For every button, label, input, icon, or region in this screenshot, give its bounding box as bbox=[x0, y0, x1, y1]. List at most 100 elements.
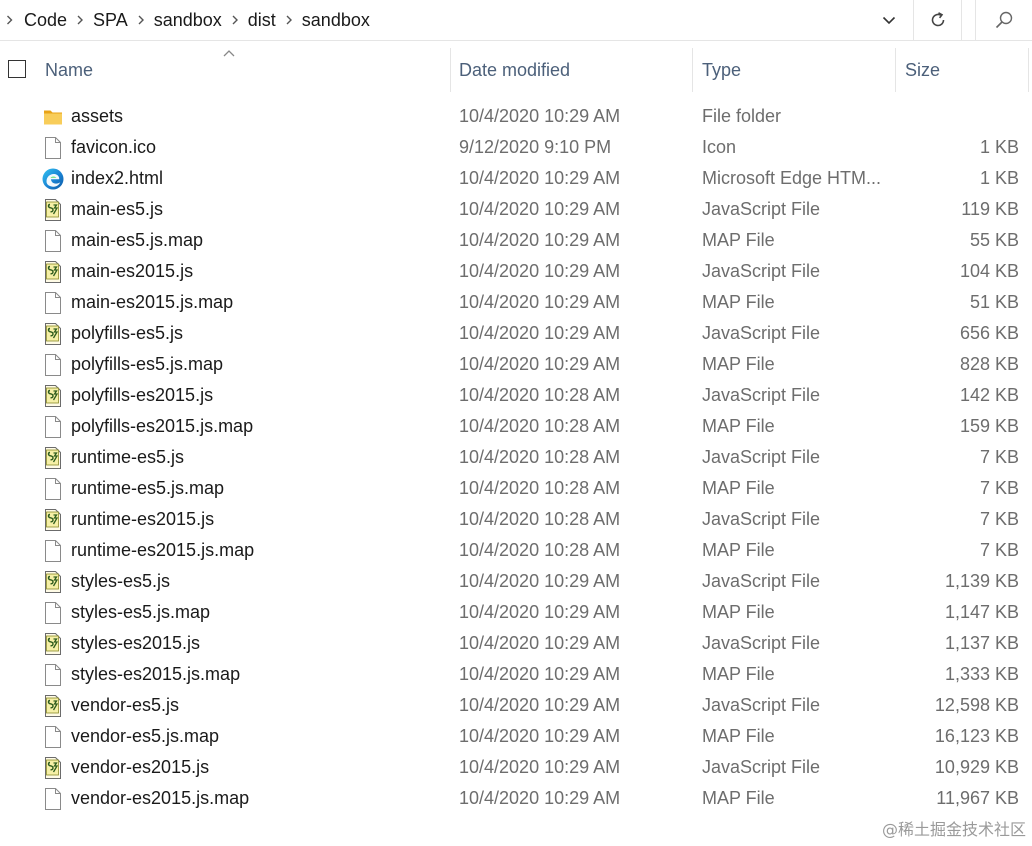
file-date-modified: 10/4/2020 10:29 AM bbox=[459, 199, 621, 219]
select-all-checkbox[interactable] bbox=[8, 60, 26, 78]
file-date-modified: 10/4/2020 10:28 AM bbox=[459, 385, 621, 405]
file-row[interactable]: styles-es5.js.map 10/4/2020 10:29 AM MAP F… bbox=[0, 597, 1032, 628]
file-row[interactable]: vendor-es2015.js 10/4/2020 10:29 AM JavaSc… bbox=[0, 752, 1032, 783]
folder-icon bbox=[42, 105, 64, 129]
column-header-name[interactable]: Name bbox=[37, 48, 450, 92]
chevron-right-icon[interactable] bbox=[130, 0, 152, 40]
file-date-modified: 10/4/2020 10:29 AM bbox=[459, 664, 621, 684]
javascript-file-icon bbox=[42, 756, 64, 780]
chevron-right-icon[interactable] bbox=[278, 0, 300, 40]
file-name[interactable]: vendor-es2015.js.map bbox=[71, 783, 249, 814]
file-row[interactable]: vendor-es5.js 10/4/2020 10:29 AM JavaScrip… bbox=[0, 690, 1032, 721]
column-divider[interactable] bbox=[1028, 48, 1029, 92]
file-date-modified: 10/4/2020 10:29 AM bbox=[459, 230, 621, 250]
file-date-modified: 10/4/2020 10:29 AM bbox=[459, 757, 621, 777]
file-name[interactable]: favicon.ico bbox=[71, 132, 156, 163]
column-header-date-modified[interactable]: Date modified bbox=[451, 48, 692, 92]
breadcrumb-item-spa[interactable]: SPA bbox=[91, 10, 130, 31]
chevron-right-icon[interactable] bbox=[0, 0, 22, 40]
file-name[interactable]: main-es2015.js bbox=[71, 256, 193, 287]
file-row[interactable]: main-es5.js.map 10/4/2020 10:29 AM MAP Fil… bbox=[0, 225, 1032, 256]
javascript-file-icon bbox=[42, 198, 64, 222]
chevron-right-icon[interactable] bbox=[224, 0, 246, 40]
file-date-modified: 10/4/2020 10:29 AM bbox=[459, 633, 621, 653]
file-row[interactable]: runtime-es5.js.map 10/4/2020 10:28 AM MAP … bbox=[0, 473, 1032, 504]
file-date-modified: 10/4/2020 10:29 AM bbox=[459, 602, 621, 622]
file-name[interactable]: vendor-es5.js bbox=[71, 690, 179, 721]
file-date-modified: 10/4/2020 10:29 AM bbox=[459, 168, 621, 188]
file-row[interactable]: vendor-es2015.js.map 10/4/2020 10:29 AM MA… bbox=[0, 783, 1032, 814]
column-divider[interactable] bbox=[692, 48, 693, 92]
file-list: assets 10/4/2020 10:29 AM File folder favic… bbox=[0, 101, 1032, 814]
file-type: JavaScript File bbox=[702, 695, 821, 715]
breadcrumb-item-sandbox-current[interactable]: sandbox bbox=[300, 10, 372, 31]
file-name[interactable]: assets bbox=[71, 101, 123, 132]
file-name[interactable]: index2.html bbox=[71, 163, 163, 194]
file-type: JavaScript File bbox=[702, 571, 821, 591]
file-size: 7 KB bbox=[979, 540, 1019, 560]
file-row[interactable]: runtime-es2015.js 10/4/2020 10:28 AM JavaS… bbox=[0, 504, 1032, 535]
javascript-file-icon bbox=[42, 260, 64, 284]
search-box[interactable] bbox=[975, 0, 1032, 40]
file-name[interactable]: polyfills-es5.js bbox=[71, 318, 183, 349]
file-name[interactable]: vendor-es5.js.map bbox=[71, 721, 219, 752]
file-name[interactable]: styles-es2015.js bbox=[71, 628, 200, 659]
file-row[interactable]: polyfills-es2015.js 10/4/2020 10:28 AM Jav… bbox=[0, 380, 1032, 411]
file-row[interactable]: index2.html 10/4/2020 10:29 AM Microsoft E… bbox=[0, 163, 1032, 194]
file-row[interactable]: styles-es2015.js 10/4/2020 10:29 AM JavaSc… bbox=[0, 628, 1032, 659]
file-name[interactable]: polyfills-es2015.js.map bbox=[71, 411, 253, 442]
file-type: JavaScript File bbox=[702, 385, 821, 405]
file-name[interactable]: main-es2015.js.map bbox=[71, 287, 233, 318]
file-size: 104 KB bbox=[959, 261, 1019, 281]
file-name[interactable]: vendor-es2015.js bbox=[71, 752, 209, 783]
breadcrumb-item-code[interactable]: Code bbox=[22, 10, 69, 31]
file-size: 55 KB bbox=[969, 230, 1019, 250]
file-row[interactable]: main-es5.js 10/4/2020 10:29 AM JavaScript … bbox=[0, 194, 1032, 225]
file-row[interactable]: styles-es2015.js.map 10/4/2020 10:29 AM MA… bbox=[0, 659, 1032, 690]
file-name[interactable]: styles-es5.js bbox=[71, 566, 170, 597]
breadcrumb-item-dist[interactable]: dist bbox=[246, 10, 278, 31]
file-name[interactable]: runtime-es2015.js bbox=[71, 504, 214, 535]
file-icon bbox=[42, 291, 64, 315]
file-row[interactable]: polyfills-es5.js.map 10/4/2020 10:29 AM MA… bbox=[0, 349, 1032, 380]
file-row[interactable]: runtime-es5.js 10/4/2020 10:28 AM JavaScri… bbox=[0, 442, 1032, 473]
file-name[interactable]: styles-es2015.js.map bbox=[71, 659, 240, 690]
column-header-size[interactable]: Size bbox=[897, 48, 1028, 92]
file-size: 7 KB bbox=[979, 509, 1019, 529]
file-row[interactable]: polyfills-es5.js 10/4/2020 10:29 AM JavaSc… bbox=[0, 318, 1032, 349]
breadcrumb-item-sandbox[interactable]: sandbox bbox=[152, 10, 224, 31]
file-name[interactable]: polyfills-es2015.js bbox=[71, 380, 213, 411]
file-name[interactable]: runtime-es5.js bbox=[71, 442, 184, 473]
file-size: 10,929 KB bbox=[934, 757, 1019, 777]
file-date-modified: 9/12/2020 9:10 PM bbox=[459, 137, 612, 157]
file-row[interactable]: favicon.ico 9/12/2020 9:10 PM Icon 1 KB bbox=[0, 132, 1032, 163]
chevron-right-icon[interactable] bbox=[69, 0, 91, 40]
address-history-dropdown[interactable] bbox=[866, 0, 912, 40]
file-type: JavaScript File bbox=[702, 509, 821, 529]
file-size: 1,333 KB bbox=[944, 664, 1019, 684]
file-name[interactable]: styles-es5.js.map bbox=[71, 597, 210, 628]
file-name[interactable]: runtime-es2015.js.map bbox=[71, 535, 254, 566]
column-divider[interactable] bbox=[895, 48, 896, 92]
file-size: 656 KB bbox=[959, 323, 1019, 343]
file-name[interactable]: main-es5.js bbox=[71, 194, 163, 225]
javascript-file-icon bbox=[42, 632, 64, 656]
javascript-file-icon bbox=[42, 384, 64, 408]
column-header-type[interactable]: Type bbox=[694, 48, 894, 92]
refresh-button[interactable] bbox=[913, 0, 962, 40]
file-row[interactable]: assets 10/4/2020 10:29 AM File folder bbox=[0, 101, 1032, 132]
file-row[interactable]: main-es2015.js 10/4/2020 10:29 AM JavaScri… bbox=[0, 256, 1032, 287]
file-size: 142 KB bbox=[959, 385, 1019, 405]
file-row[interactable]: runtime-es2015.js.map 10/4/2020 10:28 AM M… bbox=[0, 535, 1032, 566]
file-row[interactable]: polyfills-es2015.js.map 10/4/2020 10:28 A… bbox=[0, 411, 1032, 442]
file-date-modified: 10/4/2020 10:28 AM bbox=[459, 447, 621, 467]
file-size: 1,139 KB bbox=[944, 571, 1019, 591]
file-row[interactable]: styles-es5.js 10/4/2020 10:29 AM JavaScrip… bbox=[0, 566, 1032, 597]
file-size: 1 KB bbox=[979, 168, 1019, 188]
file-row[interactable]: vendor-es5.js.map 10/4/2020 10:29 AM MAP F… bbox=[0, 721, 1032, 752]
file-name[interactable]: main-es5.js.map bbox=[71, 225, 203, 256]
file-row[interactable]: main-es2015.js.map 10/4/2020 10:29 AM MAP … bbox=[0, 287, 1032, 318]
file-name[interactable]: polyfills-es5.js.map bbox=[71, 349, 223, 380]
file-date-modified: 10/4/2020 10:29 AM bbox=[459, 726, 621, 746]
file-name[interactable]: runtime-es5.js.map bbox=[71, 473, 224, 504]
